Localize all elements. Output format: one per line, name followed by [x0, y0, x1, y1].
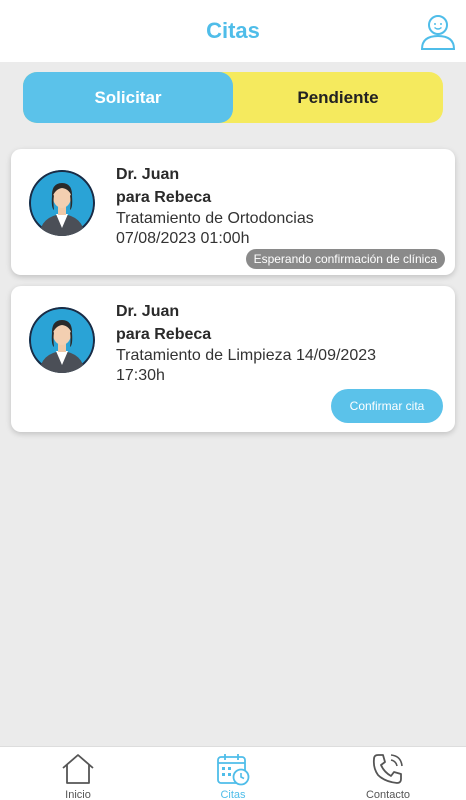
nav-item-citas[interactable]: Citas [173, 751, 293, 800]
nav-label: Citas [220, 789, 246, 800]
tab-solicitar[interactable]: Solicitar [23, 72, 233, 123]
bottom-nav: Inicio Citas Contacto [0, 746, 466, 800]
home-icon [62, 754, 94, 784]
nav-item-contacto[interactable]: Contacto [328, 751, 448, 800]
profile-button[interactable] [418, 12, 458, 52]
phone-icon [372, 754, 403, 784]
page-title: Citas [206, 18, 260, 43]
appointment-datetime: 07/08/2023 01:00h [116, 230, 250, 247]
patient-name: para Rebeca [116, 189, 212, 206]
confirm-appointment-button[interactable]: Confirmar cita [331, 389, 443, 423]
appointment-details: Dr. Juan para Rebeca Tratamiento de Limp… [116, 300, 446, 386]
appointment-datetime: 17:30h [116, 367, 165, 384]
treatment-text: Tratamiento de Ortodoncias [116, 210, 314, 227]
doctor-avatar [29, 170, 95, 236]
app-header: Citas [0, 0, 466, 62]
nav-label: Contacto [365, 789, 411, 800]
treatment-text: Tratamiento de Limpieza 14/09/2023 [116, 347, 377, 364]
appointment-card[interactable]: Dr. Juan para Rebeca Tratamiento de Orto… [11, 149, 455, 275]
doctor-name: Dr. Juan [116, 303, 180, 320]
appointment-tabs: Solicitar Pendiente [23, 72, 443, 123]
appointment-card[interactable]: Dr. Juan para Rebeca Tratamiento de Limp… [11, 286, 455, 432]
nav-label: Inicio [65, 789, 91, 800]
tab-pendiente[interactable]: Pendiente [233, 72, 443, 123]
doctor-name: Dr. Juan [116, 166, 180, 183]
status-badge: Esperando confirmación de clínica [245, 249, 445, 269]
patient-name: para Rebeca [116, 326, 212, 343]
nav-item-inicio[interactable]: Inicio [18, 751, 138, 800]
doctor-avatar [29, 307, 95, 373]
appointment-details: Dr. Juan para Rebeca Tratamiento de Orto… [116, 163, 446, 249]
user-icon [420, 15, 456, 50]
calendar-clock-icon [217, 754, 250, 786]
